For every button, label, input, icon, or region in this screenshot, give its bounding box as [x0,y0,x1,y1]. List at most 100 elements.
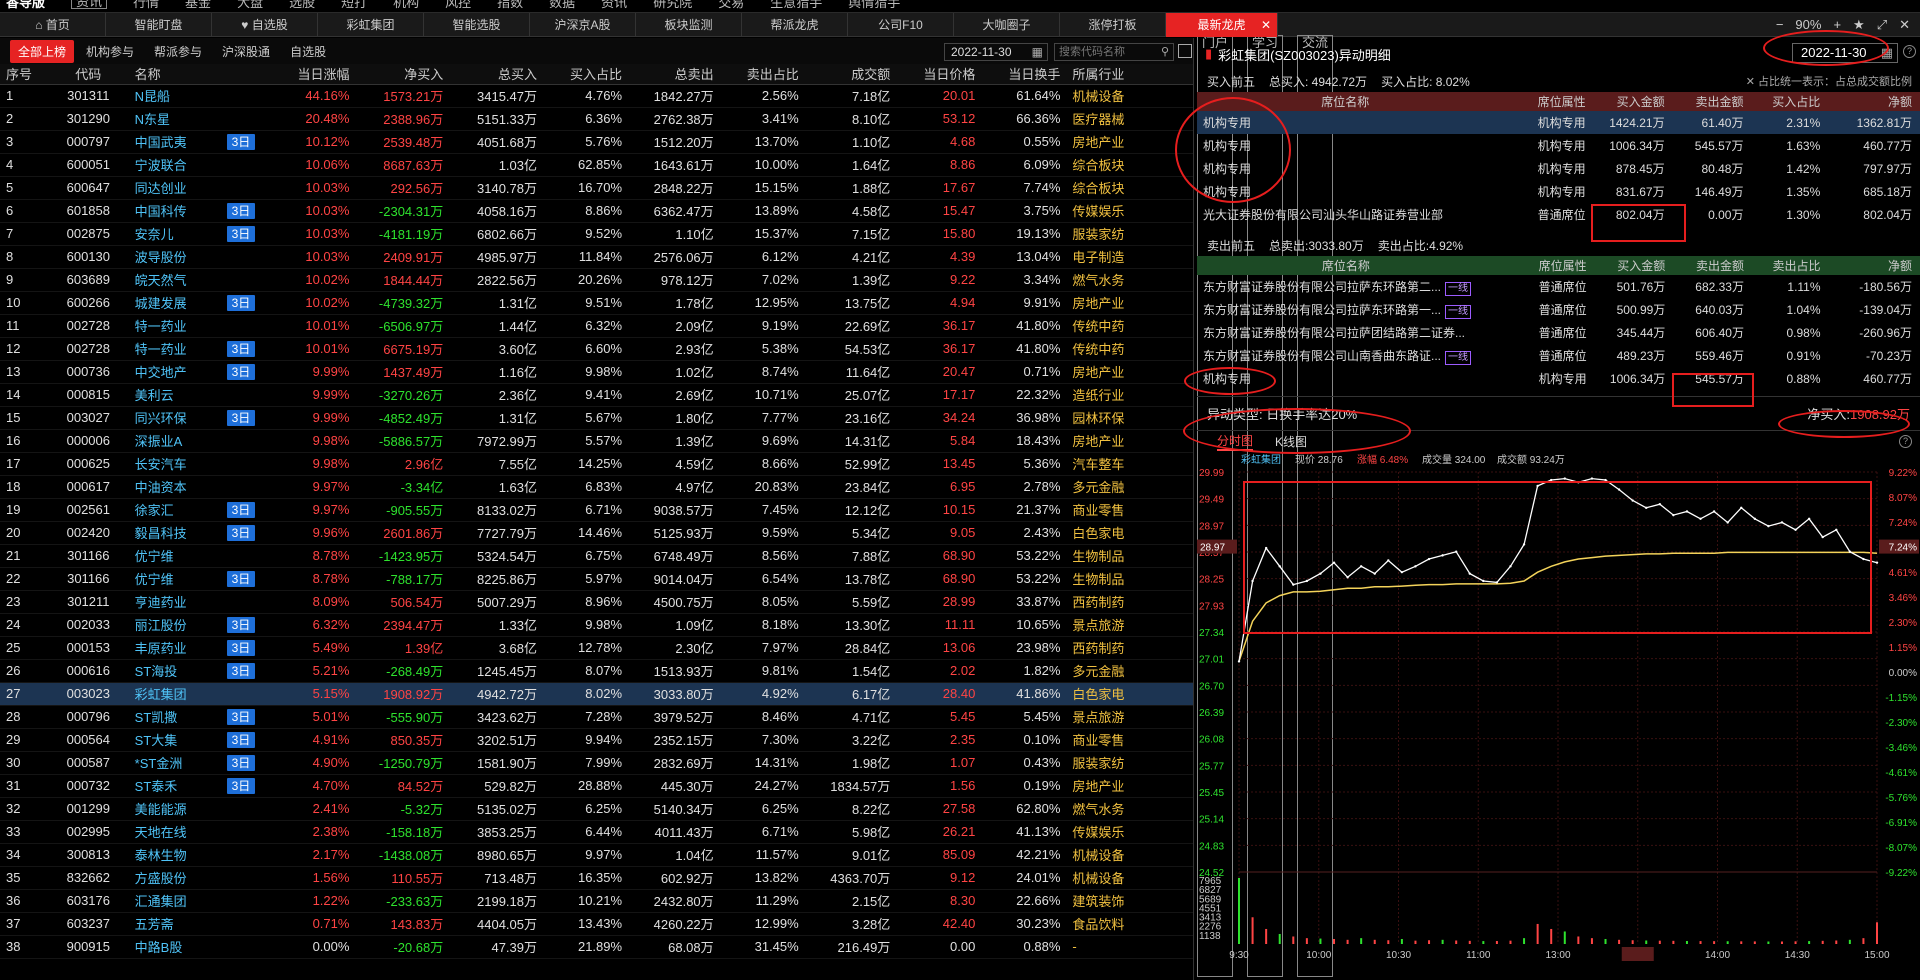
table-row[interactable]: 19 002561 徐家汇 3日 9.97% -905.55万 8133.02万 6.71% 9… [0,498,1193,522]
streak-badge[interactable]: 3日 [226,754,256,771]
table-row[interactable]: 20 002420 毅昌科技 3日 9.96% 2601.86万 7727.79万 14.46… [0,521,1193,545]
table-row[interactable]: 35 832662 方盛股份 1.56% 110.55万 713.48万 16.35% 602… [0,866,1193,890]
streak-badge[interactable]: 3日 [226,501,256,518]
table-row[interactable]: 10 600266 城建发展 3日 10.02% -4739.32万 1.31亿 9.51% 1… [0,291,1193,315]
tab-smart-select[interactable]: 智能选股 [424,12,530,37]
table-row[interactable]: 23 301211 亨迪药业 8.09% 506.54万 5007.29万 8.96% 450… [0,590,1193,614]
table-row[interactable]: 8 600130 波导股份 10.03% 2409.91万 4985.97万 11.84% 2… [0,245,1193,269]
streak-badge[interactable]: 3日 [226,340,256,357]
streak-badge[interactable]: 3日 [226,294,256,311]
menu-item[interactable]: 行情 [133,0,159,9]
table-row[interactable]: 21 301166 优宁维 8.78% -1423.95万 5324.54万 6.75% 67… [0,544,1193,568]
table-row[interactable]: 6 601858 中国科传 3日 10.03% -2304.31万 4058.16万 8.86… [0,199,1193,223]
streak-badge[interactable]: 3日 [226,570,256,587]
streak-badge[interactable]: 3日 [226,409,256,426]
close-window-icon[interactable]: ✕ [1899,17,1910,33]
search-input[interactable]: 搜索代码名称 ⚲ [1054,43,1174,61]
table-row[interactable]: 36 603176 汇通集团 1.22% -233.63万 2199.18万 10.21% 2… [0,889,1193,913]
menu-item[interactable]: 机构 [393,0,419,9]
col-header[interactable]: 代码 [47,64,129,85]
seat-row[interactable]: 机构专用 机构专用 831.67万 146.49万 1.35% 685.18万 [1197,180,1920,203]
filter-connect[interactable]: 沪深股通 [214,40,278,63]
expand-icon[interactable]: ⤢ [1877,17,1887,33]
col-header[interactable]: 所属行业 [1066,64,1193,85]
streak-badge[interactable]: 3日 [226,662,256,679]
col-header[interactable]: 当日涨幅 [259,64,356,85]
tab-intraday[interactable]: 分时图 [1217,432,1254,451]
table-row[interactable]: 14 000815 美利云 9.99% -3270.26万 2.36亿 9.41% 2.69亿… [0,383,1193,407]
seat-row[interactable]: 东方财富证券股份有限公司山南香曲东路证... 一线 普通席位 489.23万 559.4… [1197,344,1920,367]
table-row[interactable]: 17 000625 长安汽车 9.98% 2.96亿 7.55亿 14.25% 4.59亿 8.… [0,452,1193,476]
seat-row[interactable]: 机构专用 机构专用 1006.34万 545.57万 0.88% 460.77万 [1197,367,1920,390]
seat-row[interactable]: 机构专用 机构专用 1006.34万 545.57万 1.63% 460.77万 [1197,134,1920,157]
table-row[interactable]: 2 301290 N东星 20.48% 2388.96万 5151.33万 6.36% 276… [0,107,1193,131]
tab-sector-monitor[interactable]: 板块监测 [636,12,742,37]
table-row[interactable]: 15 003027 同兴环保 3日 9.99% -4852.49万 1.31亿 5.67% 1.… [0,406,1193,430]
menu-item[interactable]: 交易 [718,0,744,9]
menu-item[interactable]: 风控 [445,0,471,9]
streak-badge[interactable]: 3日 [226,202,256,219]
tab-circle[interactable]: 大咖圈子 [954,12,1060,37]
table-row[interactable]: 12 002728 特一药业 3日 10.01% 6675.19万 3.60亿 6.60% 2.… [0,337,1193,361]
table-row[interactable]: 18 000617 中油资本 9.97% -3.34亿 1.63亿 6.83% 4.97亿 20… [0,475,1193,499]
col-header[interactable]: 序号 [0,64,48,85]
filter-favorites[interactable]: 自选股 [282,40,334,63]
streak-badge[interactable]: 3日 [226,777,256,794]
seat-row[interactable]: 机构专用 机构专用 1424.21万 61.40万 2.31% 1362.81万 [1197,111,1920,134]
menu-item[interactable]: 短打 [341,0,367,9]
first-line-badge[interactable]: 一线 [1445,304,1472,319]
table-row[interactable]: 24 002033 丽江股份 3日 6.32% 2394.47万 1.33亿 9.98% 1.0… [0,613,1193,637]
seat-row[interactable]: 光大证券股份有限公司汕头华山路证券营业部 普通席位 802.04万 0.00万 1.30… [1197,203,1920,226]
intraday-chart[interactable]: 彩虹集团 现价 28.76 涨幅 6.48% 成交量 324.00 成交额 93.24万… [1197,452,1920,967]
tab-smart-watch[interactable]: 智能盯盘 [106,12,212,37]
table-row[interactable]: 5 600647 同达创业 10.03% 292.56万 3140.78万 16.70% 28… [0,176,1193,200]
menu-item[interactable]: 舆情猎手 [848,0,900,9]
tab-kline[interactable]: K线图 [1275,433,1307,450]
tab-a-shares[interactable]: 沪深京A股 [530,12,636,37]
table-row[interactable]: 25 000153 丰原药业 3日 5.49% 1.39亿 3.68亿 12.78% 2.30亿… [0,636,1193,660]
table-row[interactable]: 9 603689 皖天然气 10.02% 1844.44万 2822.56万 20.26% 9… [0,268,1193,292]
first-line-badge[interactable]: 一线 [1445,281,1472,296]
streak-badge[interactable]: 3日 [226,524,256,541]
table-row[interactable]: 22 301166 优宁维 3日 8.78% -788.17万 8225.86万 5.97% 9… [0,567,1193,591]
logo-badge[interactable]: 资讯 [71,0,108,9]
tab-stock[interactable]: 彩虹集团 [318,12,424,37]
tab-gang-dragon[interactable]: 帮派龙虎 [742,12,848,37]
table-row[interactable]: 31 000732 ST泰禾 3日 4.70% 84.52万 529.82万 28.88% 44… [0,774,1193,798]
zoom-out-icon[interactable]: − [1776,17,1784,33]
menu-item[interactable]: 指数 [497,0,523,9]
col-header[interactable]: 总买入 [449,64,544,85]
streak-badge[interactable]: 3日 [226,616,256,633]
tab-latest-dragon[interactable]: 最新龙虎 ✕ [1166,12,1278,37]
help-icon[interactable]: ? [1903,45,1916,58]
star-icon[interactable]: ★ [1853,17,1865,33]
layout-toggle-icon[interactable] [1178,44,1192,58]
menu-item[interactable]: 大盘 [237,0,263,9]
table-row[interactable]: 3 000797 中国武夷 3日 10.12% 2539.48万 4051.68万 5.76%… [0,130,1193,154]
table-row[interactable]: 37 603237 五芳斋 0.71% 143.83万 4404.05万 13.43% 426… [0,912,1193,936]
table-row[interactable]: 11 002728 特一药业 10.01% -6506.97万 1.44亿 6.32% 2.0… [0,314,1193,338]
menu-item[interactable]: 研究院 [653,0,692,9]
seat-row[interactable]: 东方财富证券股份有限公司拉萨东环路第一... 一线 普通席位 500.99万 640.0… [1197,298,1920,321]
table-row[interactable]: 26 000616 ST海投 3日 5.21% -268.49万 1245.45万 8.07%… [0,659,1193,683]
menu-item[interactable]: 资讯 [601,0,627,9]
table-row[interactable]: 32 001299 美能能源 2.41% -5.32万 5135.02万 6.25% 5140… [0,797,1193,821]
table-row[interactable]: 38 900915 中路B股 0.00% -20.68万 47.39万 21.89% 68.0… [0,935,1193,959]
table-row[interactable]: 16 000006 深振业A 9.98% -5886.57万 7972.99万 5.57% 1… [0,429,1193,453]
detail-date-picker[interactable]: 2022-11-30 ▦ [1792,43,1898,63]
table-row[interactable]: 27 003023 彩虹集团 5.15% 1908.92万 4942.72万 8.02% 30… [0,682,1193,706]
col-header[interactable]: 名称 [128,64,223,85]
col-header[interactable]: 总卖出 [628,64,720,85]
table-row[interactable]: 7 002875 安奈儿 3日 10.03% -4181.19万 6802.66万 9.52%… [0,222,1193,246]
filter-all[interactable]: 全部上榜 [10,39,75,63]
table-row[interactable]: 33 002995 天地在线 2.38% -158.18万 3853.25万 6.44% 40… [0,820,1193,844]
menu-item[interactable]: 生意猎手 [770,0,822,9]
col-header[interactable]: 买入占比 [543,64,629,85]
streak-badge[interactable]: 3日 [226,363,256,380]
tab-home[interactable]: ⌂ 首页 [0,12,106,37]
col-header[interactable]: 当日换手 [981,64,1067,85]
first-line-badge[interactable]: 一线 [1445,350,1472,365]
close-icon[interactable]: ✕ [1746,76,1758,88]
streak-badge[interactable]: 3日 [226,225,256,242]
table-row[interactable]: 28 000796 ST凯撒 3日 5.01% -555.90万 3423.62万 7.28%… [0,705,1193,729]
